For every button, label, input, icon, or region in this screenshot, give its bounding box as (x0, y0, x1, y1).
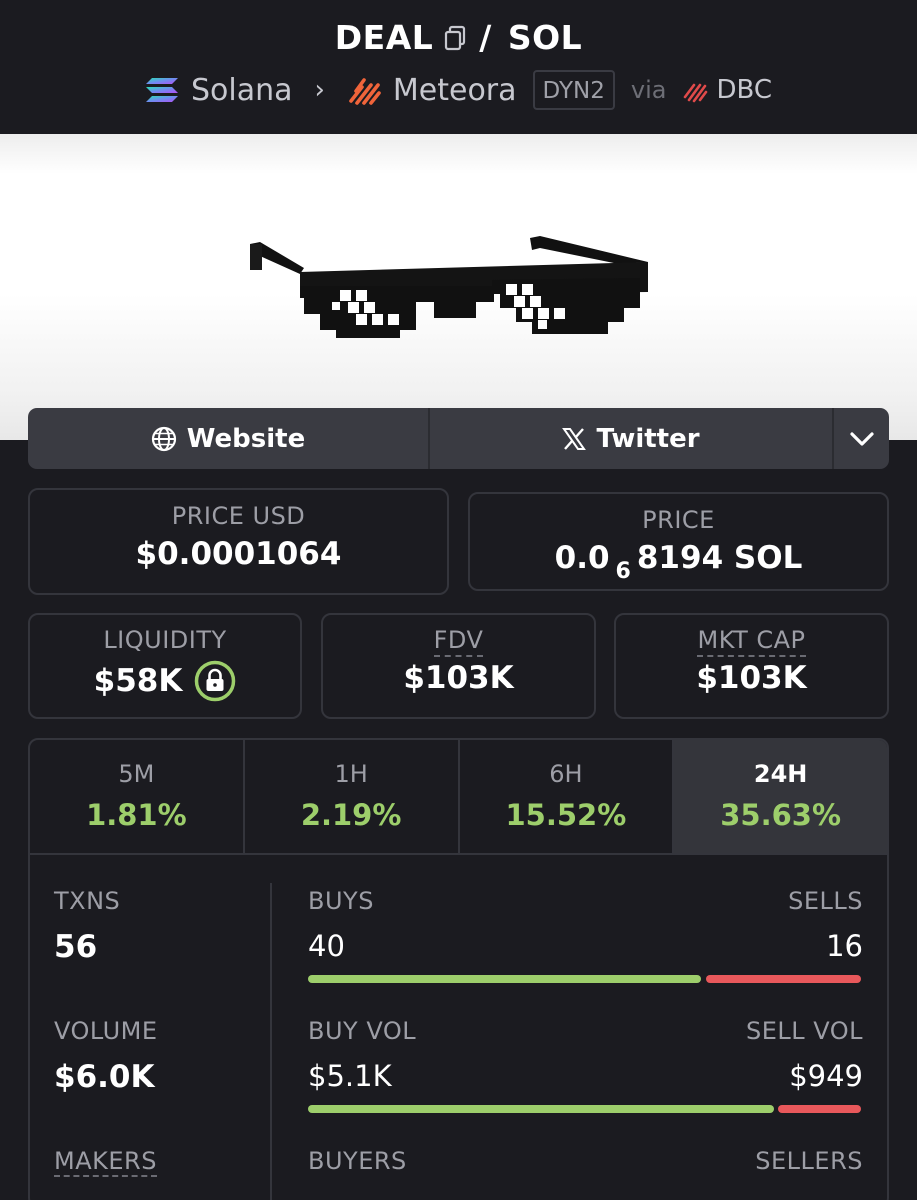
buy-volume-value: $5.1K (308, 1059, 392, 1093)
pair-route: Solana › Meteora DYN2 via DBC (0, 70, 917, 110)
base-token-symbol: DEAL (334, 18, 434, 57)
globe-icon (151, 426, 176, 451)
liquidity-label: LIQUIDITY (103, 626, 227, 654)
sell-volume-value: $949 (789, 1059, 863, 1093)
liquidity-card: LIQUIDITY $58K (28, 613, 302, 719)
txns-label: TXNS (54, 887, 121, 915)
tab-label: 6H (549, 760, 583, 788)
dbc-icon (684, 83, 708, 103)
tab-label: 1H (334, 760, 368, 788)
sells-value: 16 (826, 929, 863, 963)
sell-volume-bar (778, 1105, 861, 1113)
fdv-card: FDV $103K (321, 613, 596, 719)
x-logo-icon (562, 427, 587, 450)
meteora-icon (349, 78, 381, 105)
price-change: 2.19% (300, 798, 402, 832)
tab-label: 5M (118, 760, 155, 788)
chevron-down-icon (849, 431, 874, 446)
sells-label: SELLS (788, 887, 863, 915)
price-native-suffix: 8194 SOL (636, 540, 803, 576)
price-usd-card: PRICE USD $0.0001064 (28, 488, 449, 595)
price-native-label: PRICE (642, 506, 715, 534)
volume-value: $6.0K (54, 1059, 155, 1095)
market-cap-card: MKT CAP $103K (614, 613, 889, 719)
sells-bar (706, 975, 861, 983)
buys-bar (308, 975, 701, 983)
buys-label: BUYS (308, 887, 374, 915)
social-links-bar: Website Twitter (28, 408, 889, 469)
via-label: via (630, 76, 667, 104)
volume-label: VOLUME (54, 1017, 158, 1045)
buy-volume-bar (308, 1105, 774, 1113)
copy-icon[interactable] (443, 25, 467, 51)
timeframe-tabs: 5M 1.81% 1H 2.19% 6H 15.52% 24H 35.63% (30, 740, 887, 855)
pool-type-badge: DYN2 (532, 70, 615, 110)
trade-stats: TXNS 56 BUYS SELLS 40 16 VOLUME $6.0K BU… (30, 857, 887, 1200)
tab-24h[interactable]: 24H 35.63% (674, 740, 887, 853)
twitter-link[interactable]: Twitter (430, 408, 834, 469)
buy-volume-label: BUY VOL (308, 1017, 417, 1045)
sell-volume-label: SELL VOL (745, 1017, 863, 1045)
stats-divider (270, 883, 272, 1200)
pixel-sunglasses-image (250, 236, 648, 338)
chain-name[interactable]: Solana (191, 73, 293, 108)
liquidity-value: $58K (93, 663, 183, 699)
price-native-card: PRICE 0.0 6 8194 SOL (468, 492, 889, 591)
quote-token-symbol: SOL (507, 18, 583, 57)
price-native-prefix: 0.0 (554, 540, 610, 576)
chevron-right-icon: › (314, 75, 325, 105)
price-usd-label: PRICE USD (171, 502, 306, 530)
buyers-label: BUYERS (308, 1147, 407, 1175)
website-label: Website (186, 423, 306, 454)
price-change: 1.81% (86, 798, 187, 832)
dex-name[interactable]: Meteora (393, 73, 517, 108)
price-change: 15.52% (505, 798, 627, 832)
sellers-label: SELLERS (755, 1147, 863, 1175)
price-native-zero-count: 6 (615, 559, 631, 584)
token-banner (0, 134, 917, 440)
market-cap-label[interactable]: MKT CAP (697, 626, 806, 657)
launchpad-name[interactable]: DBC (716, 75, 772, 105)
pair-header: DEAL / SOL Solana › Meteora DYN2 via DBC (0, 0, 917, 134)
price-native-value: 0.0 6 8194 SOL (470, 540, 887, 584)
price-usd-value: $0.0001064 (135, 536, 342, 572)
fdv-value: $103K (403, 660, 514, 696)
tab-6h[interactable]: 6H 15.52% (460, 740, 675, 853)
timeframe-stats-panel: 5M 1.81% 1H 2.19% 6H 15.52% 24H 35.63% T… (28, 738, 889, 1200)
price-change: 35.63% (720, 798, 842, 832)
tab-5m[interactable]: 5M 1.81% (30, 740, 245, 853)
liquidity-value-row: $58K (30, 660, 300, 702)
txns-value: 56 (54, 929, 98, 965)
website-link[interactable]: Website (28, 408, 430, 469)
solana-icon (145, 78, 178, 102)
twitter-label: Twitter (596, 423, 700, 454)
lock-icon[interactable] (194, 660, 236, 702)
buys-value: 40 (308, 929, 345, 963)
pair-title: DEAL / SOL (0, 18, 917, 57)
tab-1h[interactable]: 1H 2.19% (245, 740, 460, 853)
fdv-label[interactable]: FDV (433, 626, 484, 657)
tab-label: 24H (753, 760, 808, 788)
pair-separator: / (479, 18, 492, 57)
more-links-button[interactable] (834, 408, 889, 469)
market-cap-value: $103K (696, 660, 807, 696)
makers-label[interactable]: MAKERS (54, 1147, 157, 1177)
